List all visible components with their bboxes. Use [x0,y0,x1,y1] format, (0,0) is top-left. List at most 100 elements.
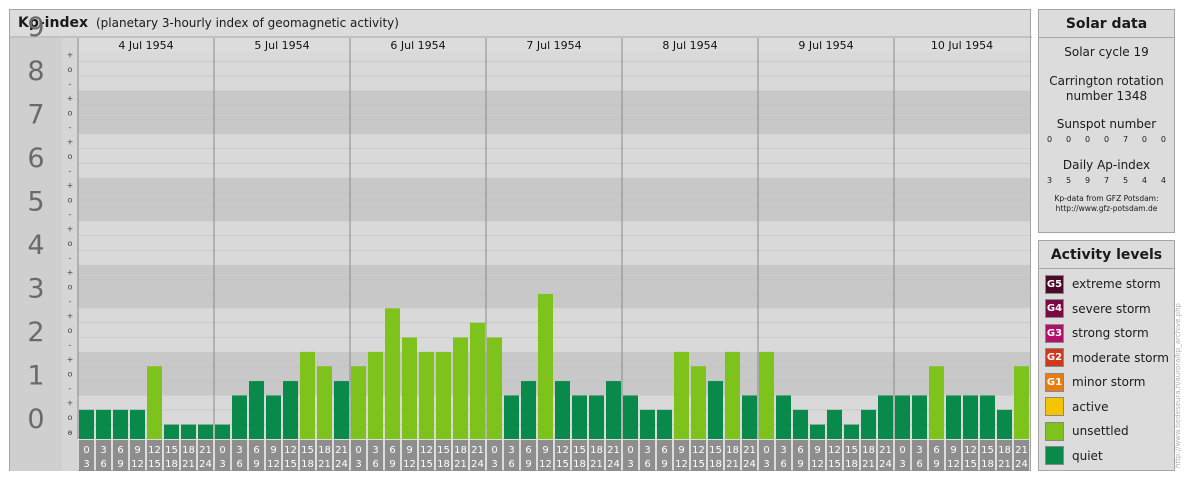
interval-end: 12 [539,459,552,470]
interval-start: 0 [763,445,769,456]
interval-end: 18 [709,459,722,470]
interval-start: 0 [627,445,633,456]
interval-start: 12 [556,445,569,456]
y-tick-label: 8 [27,56,44,87]
y-minor-mark: o [68,326,73,335]
legend-swatch [1045,397,1064,416]
kp-bar [79,409,94,439]
kp-bar [232,395,247,439]
interval-start: 15 [981,445,994,456]
ap-value: 4 [1141,176,1148,185]
sunspot-value: 0 [1065,135,1072,144]
kp-bar [402,337,417,439]
watermark-url: http://www.tiedeseura.fi/aurora/kp_archi… [1174,303,1182,468]
y-minor-mark: o [68,152,73,161]
kp-bar [589,395,604,439]
interval-start: 9 [678,445,684,456]
legend-item: G2 moderate storm [1045,348,1169,368]
y-minor-mark: + [67,224,74,233]
legend-swatch: G2 [1045,348,1064,367]
interval-start: 21 [471,445,484,456]
interval-end: 15 [964,459,977,470]
interval-start: 9 [814,445,820,456]
sunspot-value: 0 [1103,135,1110,144]
kp-bar-chart: 0123456789+o-+o-+o-+o-+o-+o-+o-+o-+o-o4 … [10,12,1032,471]
interval-end: 12 [811,459,824,470]
kp-bar [708,381,723,439]
interval-end: 6 [644,459,650,470]
interval-start: 3 [780,445,786,456]
interval-start: 15 [573,445,586,456]
interval-end: 21 [590,459,603,470]
interval-start: 9 [134,445,140,456]
legend-swatch: G3 [1045,323,1064,343]
interval-end: 18 [165,459,178,470]
sunspot-value: 0 [1160,135,1166,144]
kp-band [78,47,1030,91]
interval-end: 12 [947,459,960,470]
kp-band [78,351,1030,396]
kp-band [78,308,1030,352]
interval-start: 18 [590,445,603,456]
y-minor-mark: + [67,181,74,190]
interval-start: 12 [692,445,705,456]
interval-end: 21 [998,459,1011,470]
kp-bar [283,381,298,439]
interval-end: 24 [607,459,620,470]
y-tick-label: 9 [27,12,44,43]
kp-bar [504,395,519,439]
y-tick-label: 7 [27,99,44,130]
interval-end: 21 [862,459,875,470]
legend-label: extreme storm [1072,277,1161,291]
kp-bar [266,395,281,439]
kp-bar [623,395,638,439]
kp-bar [334,381,349,439]
kp-bar [674,351,689,439]
kp-bar [640,409,655,439]
y-minor-mark: - [69,254,72,263]
kp-bar [997,409,1012,439]
interval-start: 3 [236,445,242,456]
interval-end: 3 [627,459,633,470]
ap-value: 9 [1084,176,1091,185]
y-tick-label: 3 [27,274,44,305]
interval-start: 18 [318,445,331,456]
interval-start: 21 [879,445,892,456]
interval-end: 9 [389,459,395,470]
interval-start: 18 [182,445,195,456]
day-label: 8 Jul 1954 [662,39,717,52]
kp-bar [827,409,842,439]
y-minor-mark: o [68,283,73,292]
y-minor-mark: o [68,239,73,248]
kp-bar [351,366,366,439]
interval-end: 9 [253,459,259,470]
interval-start: 12 [148,445,161,456]
interval-start: 12 [964,445,977,456]
interval-end: 24 [335,459,348,470]
y-minor-mark: - [69,297,72,306]
sunspot-value: 0 [1141,135,1148,144]
activity-levels-panel: Activity levels G5 extreme storm G4 severe … [1038,240,1175,471]
y-minor-mark: - [69,210,72,219]
kp-bar [742,395,757,439]
kp-bar [844,424,859,439]
interval-end: 24 [471,459,484,470]
interval-start: 21 [335,445,348,456]
kp-bar [810,424,825,439]
kp-bar [538,293,553,439]
ap-values: 3 5 9 7 5 4 4 [1039,176,1174,185]
kp-bar [878,395,893,439]
interval-end: 12 [267,459,280,470]
y-minor-mark: + [67,94,74,103]
kp-bar [249,381,264,439]
kp-bar [963,395,978,439]
interval-end: 3 [83,459,89,470]
interval-end: 9 [661,459,667,470]
interval-end: 24 [743,459,756,470]
credit-line-2: http://www.gfz-potsdam.de [1055,204,1158,213]
kp-bar [181,424,196,439]
kp-bar [861,409,876,439]
kp-bar [759,351,774,439]
legend-label: minor storm [1072,375,1146,389]
y-minor-mark: + [67,268,74,277]
